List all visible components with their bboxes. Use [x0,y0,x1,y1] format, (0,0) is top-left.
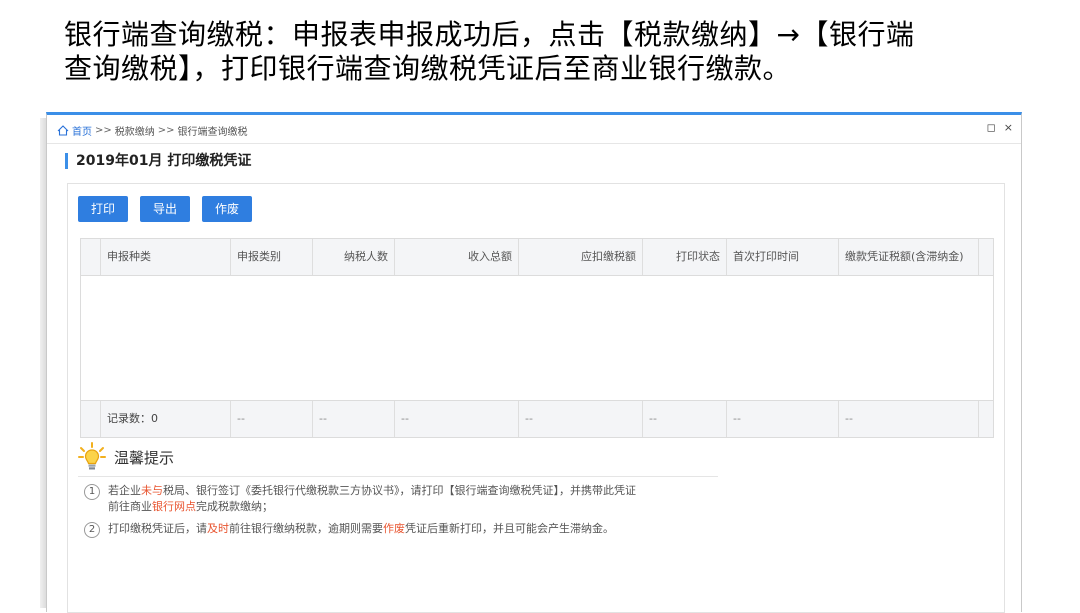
tip-text: 若企业未与税局、银行签订《委托银行代缴税款三方协议书》，请打印【银行端查询缴税凭… [108,483,636,515]
print-button[interactable]: 打印 [78,196,129,222]
footer-cell: -- [395,401,519,437]
table-footer: 记录数：0 -- -- -- -- -- -- -- [81,400,993,437]
restore-icon[interactable]: ◻ [987,121,996,134]
table-header-spacer [81,239,101,275]
footer-cell: -- [643,401,727,437]
tip-item: 1 若企业未与税局、银行签订《委托银行代缴税款三方协议书》，请打印【银行端查询缴… [78,483,718,515]
tips-title: 温馨提示 [114,448,175,467]
lightbulb-icon [78,442,106,472]
slide-heading-line-2: 查询缴税】，打印银行端查询缴税凭证后至商业银行缴款。 [64,52,792,85]
breadcrumb-separator: >> [157,125,175,136]
breadcrumb-item-bank-query: 银行端查询缴税 [177,127,248,138]
app-window: 首页 >> 税款缴纳 >> 银行端查询缴税 ◻ × 2019年01月 打印缴税凭… [46,112,1022,613]
tip-highlight: 银行网点 [152,500,196,513]
column-header-declaration-type[interactable]: 申报种类 [101,239,231,275]
tip-text-part: 打印缴税凭证后，请 [108,522,207,535]
footer-cell: -- [231,401,313,437]
column-header-first-print-time[interactable]: 首次打印时间 [727,239,839,275]
column-header-print-status[interactable]: 打印状态 [643,239,727,275]
export-button[interactable]: 导出 [140,196,191,222]
table-header-scroll-spacer [979,239,993,275]
footer-cell: -- [727,401,839,437]
column-header-taxpayer-count[interactable]: 纳税人数 [313,239,395,275]
home-icon[interactable] [57,125,69,136]
tip-text-part: 若企业 [108,484,141,497]
breadcrumb: 首页 >> 税款缴纳 >> 银行端查询缴税 [57,123,248,138]
tip-text-part: 前往银行缴纳税款，逾期则需要 [229,522,383,535]
breadcrumb-item-tax-payment[interactable]: 税款缴纳 [115,123,155,138]
tip-item: 2 打印缴税凭证后，请及时前往银行缴纳税款，逾期则需要作废凭证后重新打印，并且可… [78,521,718,538]
tip-highlight: 未与 [141,484,163,497]
slide-heading-line-1: 银行端查询缴税：申报表申报成功后，点击【税款缴纳】→【银行端 [64,18,915,51]
tip-highlight: 及时 [207,522,229,535]
tip-text-part: 凭证后重新打印，并且可能会产生滞纳金。 [405,522,614,535]
toolbar: 打印 导出 作废 [78,196,253,222]
tips-header: 温馨提示 [78,442,718,477]
column-header-total-income[interactable]: 收入总额 [395,239,519,275]
window-topbar: 首页 >> 税款缴纳 >> 银行端查询缴税 ◻ × [47,115,1021,144]
column-header-voucher-tax-amount[interactable]: 缴款凭证税额(含滞纳金) [839,239,979,275]
table-header: 申报种类 申报类别 纳税人数 收入总额 应扣缴税额 打印状态 首次打印时间 缴款… [81,239,993,276]
tip-number: 1 [84,484,100,500]
tips-section: 温馨提示 1 若企业未与税局、银行签订《委托银行代缴税款三方协议书》，请打印【银… [78,442,718,538]
tip-text-part: 完成税款缴纳； [196,500,273,513]
footer-cell: -- [313,401,395,437]
void-button[interactable]: 作废 [202,196,253,222]
page-title: 2019年01月 打印缴税凭证 [65,153,251,169]
tip-text: 打印缴税凭证后，请及时前往银行缴纳税款，逾期则需要作废凭证后重新打印，并且可能会… [108,521,614,538]
tip-highlight: 作废 [383,522,405,535]
window-controls: ◻ × [987,121,1013,134]
tip-text-part: 前往商业 [108,500,152,513]
record-count: 记录数：0 [101,401,231,437]
breadcrumb-separator: >> [95,125,112,136]
data-table: 申报种类 申报类别 纳税人数 收入总额 应扣缴税额 打印状态 首次打印时间 缴款… [80,238,994,438]
slide-heading: 银行端查询缴税：申报表申报成功后，点击【税款缴纳】→【银行端 查询缴税】，打印银… [64,18,1054,86]
close-icon[interactable]: × [1004,121,1013,134]
tip-number: 2 [84,522,100,538]
column-header-declaration-category[interactable]: 申报类别 [231,239,313,275]
content-panel: 打印 导出 作废 申报种类 申报类别 纳税人数 收入总额 应扣缴税额 打印状态 … [67,183,1005,613]
table-footer-spacer [81,401,101,437]
column-header-withholding-tax[interactable]: 应扣缴税额 [519,239,643,275]
footer-cell: -- [519,401,643,437]
breadcrumb-home-link[interactable]: 首页 [72,123,92,138]
tip-text-part: 税局、银行签订《委托银行代缴税款三方协议书》，请打印【银行端查询缴税凭证】，并携… [163,484,636,497]
table-footer-scroll-spacer [979,401,993,437]
footer-cell: -- [839,401,979,437]
